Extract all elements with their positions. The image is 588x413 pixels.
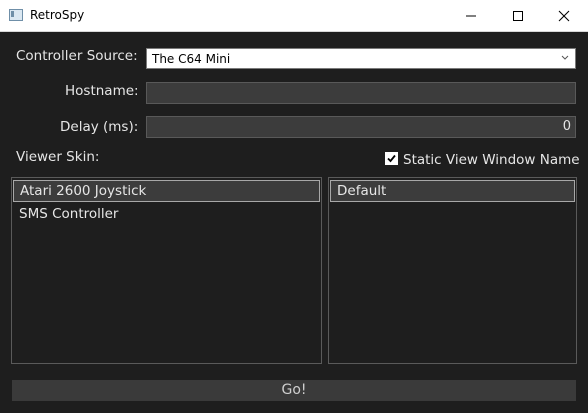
checkmark-icon bbox=[387, 154, 396, 163]
hostname-label: Hostname: bbox=[65, 83, 139, 99]
skin-list-item[interactable]: SMS Controller bbox=[13, 204, 320, 226]
background-list-item[interactable]: Default bbox=[330, 180, 575, 202]
static-view-checkbox[interactable] bbox=[385, 152, 398, 165]
maximize-icon bbox=[513, 11, 523, 21]
chevron-down-icon bbox=[561, 55, 569, 60]
window-title: RetroSpy bbox=[30, 8, 85, 22]
delay-value: 0 bbox=[562, 119, 571, 134]
go-button[interactable]: Go! bbox=[12, 380, 576, 401]
skin-list-item[interactable]: Atari 2600 Joystick bbox=[13, 180, 320, 202]
viewer-skin-label: Viewer Skin: bbox=[16, 149, 100, 165]
hostname-input[interactable] bbox=[146, 82, 576, 104]
app-icon bbox=[9, 9, 23, 21]
controller-source-dropdown[interactable]: The C64 Mini bbox=[146, 48, 576, 69]
close-button[interactable] bbox=[541, 0, 587, 31]
minimize-button[interactable] bbox=[448, 0, 494, 31]
maximize-button[interactable] bbox=[495, 0, 541, 31]
background-list[interactable]: Default bbox=[328, 177, 577, 364]
delay-label: Delay (ms): bbox=[60, 119, 139, 135]
retrospy-window: RetroSpy Controller Source: The C64 Mini… bbox=[0, 0, 588, 413]
controller-source-label: Controller Source: bbox=[16, 48, 138, 64]
title-bar[interactable]: RetroSpy bbox=[0, 0, 588, 32]
skin-list[interactable]: Atari 2600 Joystick SMS Controller bbox=[11, 177, 322, 364]
controller-source-value: The C64 Mini bbox=[152, 52, 231, 66]
delay-input[interactable]: 0 bbox=[146, 116, 576, 138]
close-icon bbox=[558, 10, 570, 22]
minimize-icon bbox=[466, 15, 476, 17]
static-view-label[interactable]: Static View Window Name bbox=[403, 152, 580, 168]
